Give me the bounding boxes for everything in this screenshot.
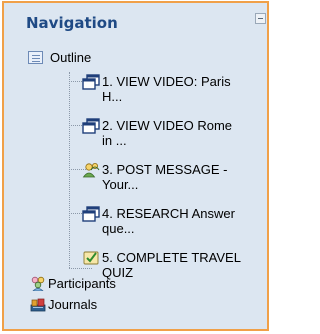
block-title: Navigation xyxy=(26,14,118,32)
activity-title-cont: H... xyxy=(102,89,123,104)
outline-label: Outline xyxy=(50,50,92,65)
activity-title-cont: QUIZ xyxy=(102,265,134,280)
page-window-icon xyxy=(82,118,100,134)
activity-link-2[interactable]: 2. VIEW VIDEO Rome in ... xyxy=(82,118,272,148)
navigation-block: Navigation Outline 1. VIEW VIDEO: Paris … xyxy=(2,1,269,331)
activity-link-5[interactable]: 5. COMPLETE TRAVEL QUIZ xyxy=(83,250,272,280)
collapse-block-icon[interactable] xyxy=(255,13,266,24)
activity-link-1[interactable]: 1. VIEW VIDEO: Paris H... xyxy=(82,74,272,104)
forum-icon xyxy=(82,163,100,178)
activity-title: 1. VIEW VIDEO: Paris xyxy=(102,74,231,89)
participants-icon xyxy=(31,276,45,291)
activity-title-cont: in ... xyxy=(102,133,127,148)
page-window-icon xyxy=(82,206,100,222)
activity-link-4[interactable]: 4. RESEARCH Answer que... xyxy=(82,206,272,236)
activity-title: 3. POST MESSAGE - xyxy=(102,162,228,177)
tree-branch xyxy=(69,268,92,270)
activity-link-3[interactable]: 3. POST MESSAGE - Your... xyxy=(82,162,272,192)
activity-title: 2. VIEW VIDEO Rome xyxy=(102,118,233,133)
activity-title-cont: que... xyxy=(102,221,135,236)
page-window-icon xyxy=(82,74,100,90)
activity-title: 4. RESEARCH Answer xyxy=(102,206,235,221)
journals-icon xyxy=(30,298,46,312)
activity-title: 5. COMPLETE TRAVEL xyxy=(102,250,241,265)
outline-icon xyxy=(28,51,43,64)
participants-label: Participants xyxy=(48,276,116,291)
activity-title-cont: Your... xyxy=(102,177,139,192)
journals-label: Journals xyxy=(48,297,98,312)
quiz-icon xyxy=(83,251,99,265)
